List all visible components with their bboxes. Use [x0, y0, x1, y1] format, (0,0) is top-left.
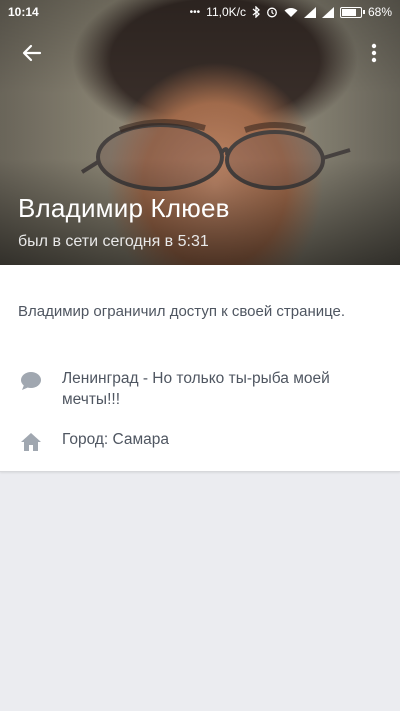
profile-name: Владимир Клюев [18, 193, 230, 223]
arrow-back-icon [22, 44, 42, 62]
signal-icon [303, 6, 316, 18]
profile-header: Владимир Клюев был в сети сегодня в 5:31 [18, 193, 230, 251]
profile-cover: 10:14 ••• 11,0K/c 68% Владимир Клюев был… [0, 0, 400, 265]
status-time: 10:14 [8, 5, 39, 19]
profile-info-card: Владимир ограничил доступ к своей страни… [0, 265, 400, 472]
alarm-icon [266, 6, 278, 18]
last-seen-text: был в сети сегодня в 5:31 [18, 233, 209, 250]
signal-dots-icon: ••• [189, 6, 201, 18]
chat-bubble-icon [18, 368, 44, 394]
city-row: Город: Самара [18, 429, 362, 455]
status-row: Ленинград - Но только ты-рыба моей мечты… [18, 368, 362, 410]
signal-icon-2 [321, 6, 334, 18]
status-bar: 10:14 ••• 11,0K/c 68% [0, 0, 400, 24]
city-text: Город: Самара [62, 431, 170, 448]
more-vert-icon [371, 43, 377, 63]
status-text: Ленинград - Но только ты-рыба моей мечты… [62, 370, 330, 408]
battery-percent: 68% [367, 5, 392, 19]
restricted-access-text: Владимир ограничил доступ к своей страни… [18, 303, 346, 320]
bluetooth-icon [252, 6, 260, 18]
home-icon [18, 429, 44, 455]
wifi-icon [284, 7, 298, 18]
net-speed: 11,0K/c [206, 5, 246, 19]
back-button[interactable] [12, 33, 52, 73]
more-options-button[interactable] [354, 33, 394, 73]
battery-icon [339, 6, 365, 18]
